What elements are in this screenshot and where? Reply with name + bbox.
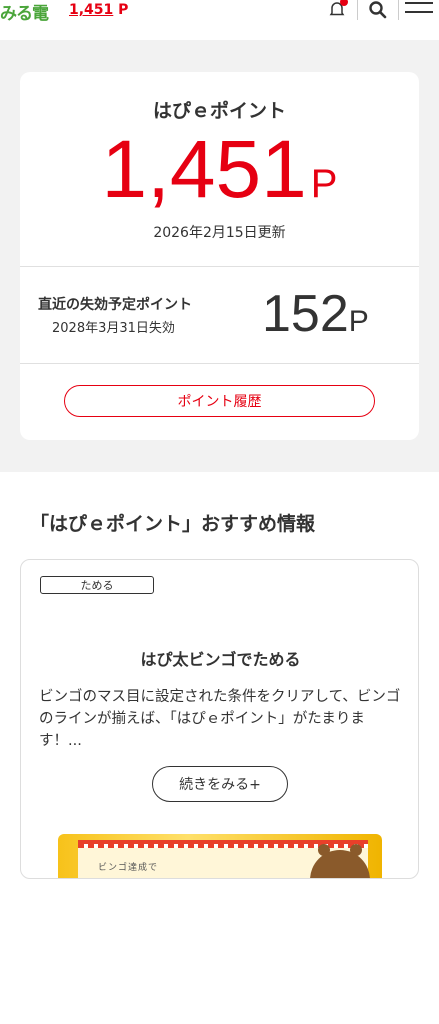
logo-text: みる電 — [0, 3, 49, 24]
search-icon — [369, 1, 387, 19]
recommend-body: ビンゴのマス目に設定された条件をクリアして、ビンゴのラインが揃えば、「はぴｅポイ… — [39, 689, 401, 749]
expiring-points-value: 152 — [262, 285, 349, 343]
expiring-label: 直近の失効予定ポイント — [38, 297, 192, 313]
expiring-date: 2028年3月31日失効 — [52, 321, 175, 336]
bingo-banner-image[interactable]: ビンゴ達成で — [58, 834, 382, 878]
read-more-button[interactable]: 続きをみる+ — [152, 766, 288, 802]
recommend-card: ためる はぴ太ビンゴでためる ビンゴのマス目に設定された条件をクリアして、ビンゴ… — [20, 559, 419, 879]
notification-button[interactable] — [317, 0, 357, 20]
notification-badge — [340, 0, 348, 6]
recommend-section-title: 「はぴｅポイント」おすすめ情報 — [30, 513, 316, 535]
app-logo[interactable]: みる電 — [0, 0, 49, 24]
header-points-unit: P — [118, 2, 129, 18]
update-date: 2026年2月15日更新 — [153, 225, 286, 241]
expiring-points-unit: P — [348, 305, 369, 338]
card-divider — [20, 266, 419, 267]
total-points-unit: P — [310, 162, 338, 206]
header-icons — [317, 0, 439, 20]
point-card: はぴｅポイント 1,451 P 2026年2月15日更新 直近の失効予定ポイント … — [20, 72, 419, 440]
menu-button[interactable] — [399, 0, 439, 20]
header-points[interactable]: 1,451 P — [69, 2, 128, 18]
total-points: 1,451 P — [20, 120, 419, 220]
card-title: はぴｅポイント — [152, 100, 286, 122]
app-header: みる電 1,451 P — [0, 0, 439, 40]
category-tag: ためる — [40, 576, 154, 594]
total-points-value: 1,451 — [101, 124, 307, 215]
expiring-points: 152P — [262, 284, 369, 344]
banner-text: ビンゴ達成で — [98, 863, 159, 873]
card-divider — [20, 363, 419, 364]
recommend-title: はぴ太ビンゴでためる — [140, 650, 301, 669]
point-history-button[interactable]: ポイント履歴 — [64, 385, 375, 417]
search-button[interactable] — [358, 0, 398, 20]
menu-icon — [405, 2, 433, 13]
header-points-value[interactable]: 1,451 — [69, 2, 113, 18]
